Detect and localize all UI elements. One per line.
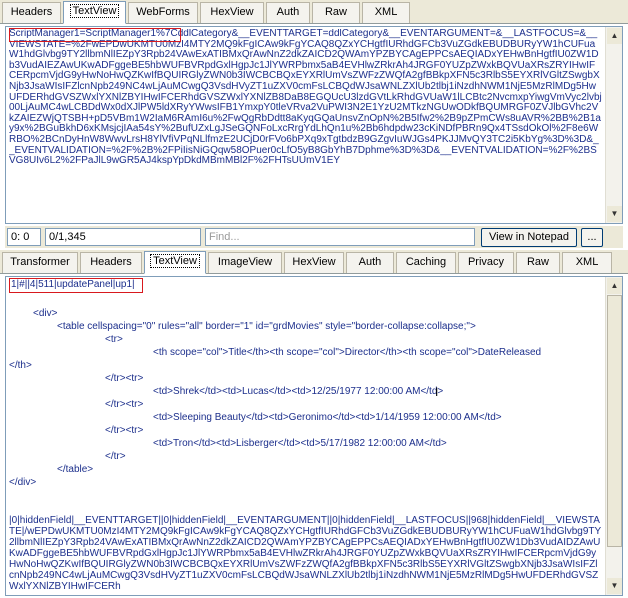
response-line: </tr><tr> xyxy=(105,399,144,410)
tab-label: HexView xyxy=(210,6,254,18)
tab-label: Auth xyxy=(276,6,300,18)
text-cursor-icon: I xyxy=(435,385,439,399)
find-input[interactable]: Find... xyxy=(205,228,475,246)
request-body-text[interactable]: ScriptManager1=ScriptManager1%7CddlCateg… xyxy=(9,29,602,221)
tab-response-caching[interactable]: Caching xyxy=(396,252,456,273)
response-line: </table> xyxy=(57,464,94,475)
tab-label: Privacy xyxy=(467,256,505,268)
response-text-pane[interactable]: 1|#||4|511|updatePanel|up1| <div> <table… xyxy=(5,276,623,596)
response-scrollbar[interactable]: ▲ ▼ xyxy=(605,277,622,595)
response-line: <td>Tron</td><td>Lisberger</td><td>5/17/… xyxy=(153,438,447,449)
response-line: <th scope="col">Title</th><th scope="col… xyxy=(153,347,542,358)
tab-label: Headers xyxy=(10,6,53,18)
view-in-notepad-button[interactable]: View in Notepad xyxy=(481,228,577,247)
tab-request-xml[interactable]: XML xyxy=(362,2,410,23)
tab-request-textview[interactable]: TextView xyxy=(63,1,126,24)
request-status-bar: 0: 0 0/1,345 Find... View in Notepad ... xyxy=(5,226,623,248)
scroll-up-icon[interactable]: ▲ xyxy=(607,28,622,44)
tab-response-privacy[interactable]: Privacy xyxy=(458,252,514,273)
scroll-down-icon[interactable]: ▼ xyxy=(607,578,622,594)
tab-response-xml[interactable]: XML xyxy=(562,252,612,273)
response-line: <td>Sleeping Beauty</td><td>Geronimo</td… xyxy=(153,412,502,423)
response-line: </tr> xyxy=(105,451,126,462)
tab-label: Raw xyxy=(526,256,549,268)
request-body: 7CddlCategory&__EVENTTARGET=ddlCategory&… xyxy=(9,29,602,167)
response-hidden-fields: |0|hiddenField|__EVENTTARGET||0|hiddenFi… xyxy=(9,515,602,592)
tab-response-auth[interactable]: Auth xyxy=(346,252,394,273)
response-line: </div> xyxy=(9,477,37,488)
response-highlight-box xyxy=(9,278,143,293)
tab-response-hexview[interactable]: HexView xyxy=(284,252,344,273)
selection-count: 0/1,345 xyxy=(45,228,201,246)
tab-request-auth[interactable]: Auth xyxy=(266,2,310,23)
tab-label: ImageView xyxy=(217,256,273,268)
tab-label: XML xyxy=(374,6,398,18)
request-text-pane[interactable]: ScriptManager1=ScriptManager1%7CddlCateg… xyxy=(5,26,623,224)
tab-label: TextView xyxy=(69,4,120,18)
tab-request-headers[interactable]: Headers xyxy=(2,2,61,23)
tab-request-hexview[interactable]: HexView xyxy=(200,2,264,23)
response-line: <div> xyxy=(33,308,58,319)
tab-response-headers[interactable]: Headers xyxy=(80,252,142,273)
tab-label: Transformer xyxy=(10,256,70,268)
tab-request-raw[interactable]: Raw xyxy=(312,2,360,23)
caret-position: 0: 0 xyxy=(7,228,41,246)
tab-response-raw[interactable]: Raw xyxy=(516,252,560,273)
tab-label: HexView xyxy=(292,256,336,268)
tab-label: WebForms xyxy=(136,6,190,18)
scroll-thumb[interactable] xyxy=(607,295,622,547)
scroll-up-icon[interactable]: ▲ xyxy=(607,278,622,294)
tab-response-transformer[interactable]: Transformer xyxy=(2,252,78,273)
tab-label: Auth xyxy=(358,256,382,268)
request-tab-strip: Headers TextView WebForms HexView Auth R… xyxy=(0,0,628,24)
response-line: </tr><tr> xyxy=(105,373,144,384)
response-line: <tr> xyxy=(105,334,123,345)
response-line: </th> xyxy=(9,360,32,371)
tab-label: TextView xyxy=(150,254,200,268)
tab-label: Caching xyxy=(405,256,447,268)
more-options-button[interactable]: ... xyxy=(581,228,603,247)
response-line: <td>Shrek</td><td>Lucas</td><td>12/25/19… xyxy=(153,386,444,397)
response-body-text[interactable]: 1|#||4|511|updatePanel|up1| <div> <table… xyxy=(9,279,602,593)
tab-response-imageview[interactable]: ImageView xyxy=(208,252,282,273)
tab-request-webforms[interactable]: WebForms xyxy=(128,2,198,23)
request-highlight-box xyxy=(9,28,181,42)
tab-label: Raw xyxy=(324,6,347,18)
tab-label: XML xyxy=(575,256,599,268)
request-scrollbar[interactable]: ▲ ▼ xyxy=(605,27,622,223)
response-tab-strip: Transformer Headers TextView ImageView H… xyxy=(0,250,628,274)
response-line: <table cellspacing="0" rules="all" borde… xyxy=(57,321,476,332)
response-line: </tr><tr> xyxy=(105,425,144,436)
tab-label: Headers xyxy=(90,256,132,268)
tab-response-textview[interactable]: TextView xyxy=(144,251,206,274)
scroll-down-icon[interactable]: ▼ xyxy=(607,206,622,222)
